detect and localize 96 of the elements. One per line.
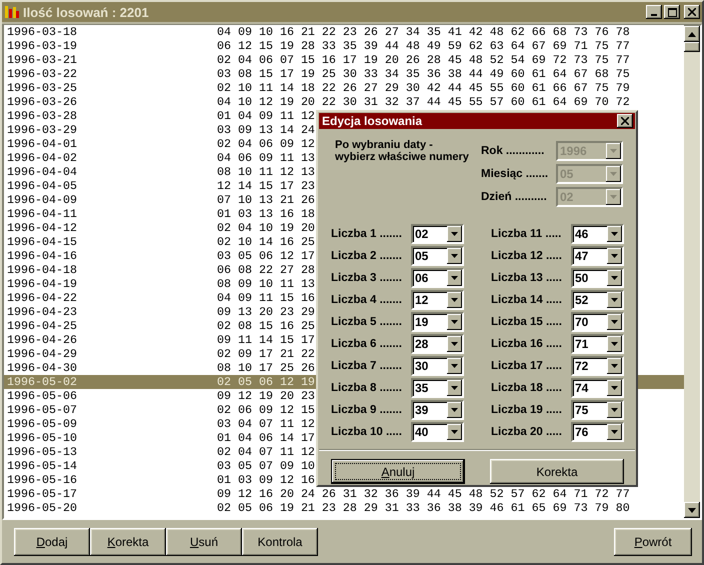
draw-numbers: 04 10 12 19 20 22 30 31 32 37 44 45 55 57 60 61 64 69 70 72 <box>217 95 630 109</box>
draw-numbers: 02 04 07 11 12 <box>217 445 315 459</box>
field-label: Liczba 3 ....... <box>331 272 403 284</box>
draw-numbers: 03 05 07 09 10 <box>217 459 315 473</box>
draw-numbers: 09 12 19 20 23 <box>217 389 315 403</box>
field-label: Liczba 2 ....... <box>331 250 403 262</box>
field-label: Liczba 17 ..... <box>491 360 563 372</box>
draw-numbers: 01 04 06 14 17 <box>217 431 315 445</box>
draw-numbers: 02 10 14 16 25 <box>217 235 315 249</box>
field-label: Liczba 10 ..... <box>331 426 403 438</box>
field-label: Liczba 9 ....... <box>331 404 403 416</box>
draw-date: 1996-04-30 <box>7 361 78 375</box>
draw-date: 1996-04-29 <box>7 347 78 361</box>
draw-date: 1996-03-25 <box>7 81 78 95</box>
draw-date: 1996-03-28 <box>7 109 78 123</box>
draw-numbers: 02 06 09 12 15 <box>217 403 315 417</box>
draw-date: 1996-05-02 <box>7 375 78 389</box>
draw-numbers: 01 03 09 12 16 <box>217 473 315 487</box>
draw-numbers: 03 05 06 12 17 <box>217 249 315 263</box>
draw-date: 1996-04-01 <box>7 137 78 151</box>
draw-numbers: 08 10 17 25 26 <box>217 361 315 375</box>
draw-date: 1996-03-22 <box>7 67 78 81</box>
hint-text: Po wybraniu daty - wybierz właściwe numery <box>335 139 470 166</box>
draw-date: 1996-03-26 <box>7 95 78 109</box>
draw-date: 1996-03-21 <box>7 53 78 67</box>
draw-numbers: 09 11 14 15 17 <box>217 333 315 347</box>
field-label: Liczba 15 ..... <box>491 316 563 328</box>
field-label: Liczba 11 ..... <box>491 228 562 240</box>
draw-date: 1996-04-18 <box>7 263 78 277</box>
draw-numbers: 06 12 15 19 28 33 35 39 44 48 49 59 62 63 64 67 69 71 75 77 <box>217 39 630 53</box>
field-label: Liczba 20 ..... <box>491 426 563 438</box>
field-label: Liczba 19 ..... <box>491 404 563 416</box>
draw-date: 1996-04-12 <box>7 221 78 235</box>
draw-numbers: 03 04 07 11 12 <box>217 417 315 431</box>
draw-numbers: 02 04 06 09 12 <box>217 137 315 151</box>
draw-numbers: 01 03 13 16 18 <box>217 207 315 221</box>
draw-date: 1996-04-19 <box>7 277 78 291</box>
draw-numbers: 02 08 15 16 25 <box>217 319 315 333</box>
draw-numbers: 08 10 11 12 13 <box>217 165 315 179</box>
draw-date: 1996-05-17 <box>7 487 78 501</box>
field-label: Liczba 16 ..... <box>491 338 563 350</box>
draw-date: 1996-04-09 <box>7 193 78 207</box>
draw-date: 1996-05-10 <box>7 431 78 445</box>
draw-numbers: 02 04 06 07 15 16 17 19 20 26 28 45 48 52 54 69 72 73 75 77 <box>217 53 630 67</box>
draw-date: 1996-05-13 <box>7 445 78 459</box>
draw-numbers: 02 04 10 19 20 <box>217 221 315 235</box>
field-label: Liczba 18 ..... <box>491 382 563 394</box>
draw-numbers: 02 10 11 14 18 22 26 27 29 30 42 44 45 55 60 61 66 67 75 79 <box>217 81 630 95</box>
field-label: Rok ............ <box>481 145 546 158</box>
field-label: Dzień .......... <box>481 191 548 204</box>
draw-numbers: 03 09 13 14 24 <box>217 123 315 137</box>
draw-numbers: 03 08 15 17 19 25 30 33 34 35 36 38 44 49 60 61 64 67 68 75 <box>217 67 630 81</box>
field-label: Liczba 1 ....... <box>331 228 403 240</box>
draw-date: 1996-04-15 <box>7 235 78 249</box>
draw-numbers: 02 05 06 12 19 <box>217 375 315 389</box>
draw-date: 1996-04-26 <box>7 333 78 347</box>
draw-date: 1996-05-06 <box>7 389 78 403</box>
draw-numbers: 12 14 15 17 23 <box>217 179 315 193</box>
draw-numbers: 04 09 11 15 16 <box>217 291 315 305</box>
draw-date: 1996-03-18 <box>7 25 78 39</box>
draw-numbers: 09 13 20 23 29 <box>217 305 315 319</box>
field-label: Liczba 6 ....... <box>331 338 403 350</box>
field-label: Liczba 4 ....... <box>331 294 403 306</box>
draw-date: 1996-04-25 <box>7 319 78 333</box>
draw-date: 1996-04-11 <box>7 207 78 221</box>
field-label: Liczba 7 ....... <box>331 360 403 372</box>
draw-numbers: 06 08 22 27 28 <box>217 263 315 277</box>
draw-date: 1996-04-05 <box>7 179 78 193</box>
draw-numbers: 01 04 09 11 12 <box>217 109 315 123</box>
draw-date: 1996-04-22 <box>7 291 78 305</box>
draw-numbers: 08 09 10 11 13 <box>217 277 315 291</box>
field-label: Liczba 13 ..... <box>491 272 563 284</box>
field-label: Liczba 12 ..... <box>491 250 563 262</box>
draw-numbers: 04 06 09 11 13 <box>217 151 315 165</box>
draw-date: 1996-05-20 <box>7 501 78 515</box>
field-label: Liczba 14 ..... <box>491 294 563 306</box>
field-label: Liczba 5 ....... <box>331 316 403 328</box>
draw-date: 1996-03-19 <box>7 39 78 53</box>
draw-date: 1996-05-16 <box>7 473 78 487</box>
draw-date: 1996-05-14 <box>7 459 78 473</box>
draw-numbers: 04 09 10 16 21 22 23 26 27 34 35 41 42 48 62 66 68 73 76 78 <box>217 25 630 39</box>
window-title: Ilość losowań : 2201 <box>23 4 149 20</box>
draw-date: 1996-04-16 <box>7 249 78 263</box>
draw-date: 1996-05-09 <box>7 417 78 431</box>
draw-date: 1996-05-07 <box>7 403 78 417</box>
draw-numbers: 02 09 17 21 22 <box>217 347 315 361</box>
draw-numbers: 07 10 13 21 26 <box>217 193 315 207</box>
field-label: Miesiąc ....... <box>481 168 550 180</box>
draw-date: 1996-04-23 <box>7 305 78 319</box>
draw-numbers: 02 05 06 19 21 23 28 29 31 33 36 38 39 46 61 65 69 73 79 80 <box>217 501 630 515</box>
dialog-title: Edycja losowania <box>322 114 422 128</box>
draw-numbers: 09 12 16 20 24 26 31 32 36 39 44 45 48 52 57 62 64 71 72 77 <box>217 487 630 501</box>
draw-date: 1996-03-29 <box>7 123 78 137</box>
field-label: Liczba 8 ....... <box>331 382 403 394</box>
draw-date: 1996-04-04 <box>7 165 78 179</box>
draw-date: 1996-04-02 <box>7 151 78 165</box>
